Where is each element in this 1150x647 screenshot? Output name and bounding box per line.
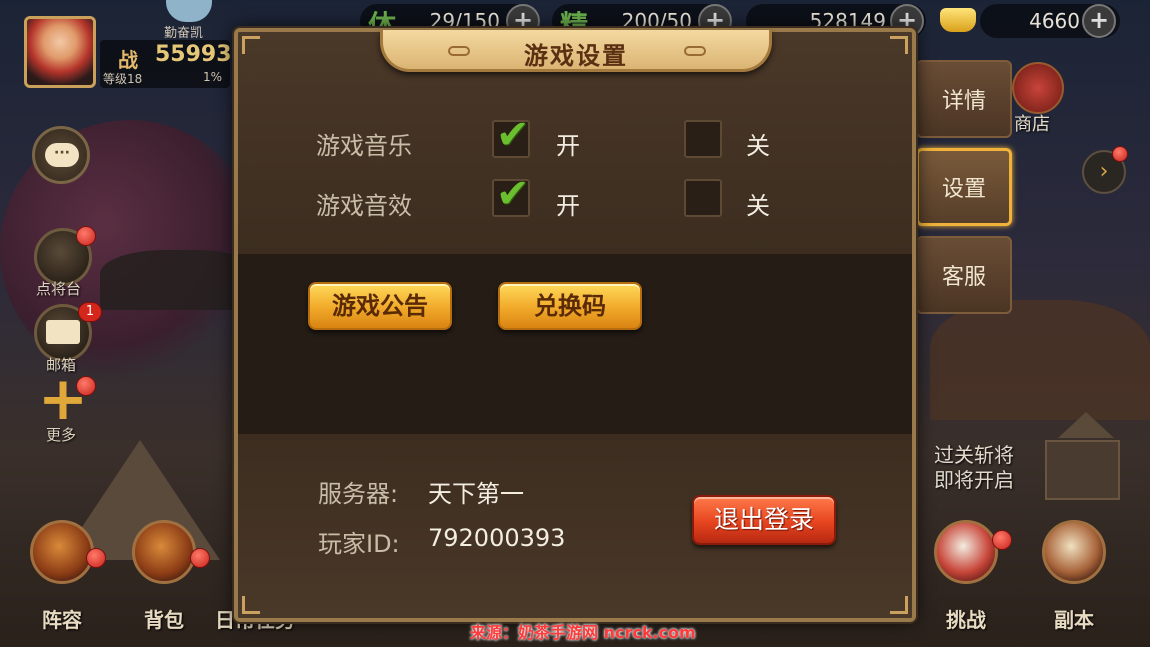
power-value: 55993	[155, 42, 232, 67]
announcement-button[interactable]: 游戏公告	[308, 282, 452, 330]
sfx-off-checkbox[interactable]	[684, 179, 722, 217]
dungeon-label: 副本	[1054, 608, 1094, 632]
music-off-checkbox[interactable]	[684, 120, 722, 158]
player-name: 勤奋凯	[164, 26, 204, 41]
server-value: 天下第一	[428, 480, 524, 508]
add-ingots-button[interactable]: +	[1082, 4, 1116, 38]
sfx-off-label: 关	[746, 192, 770, 220]
sfx-on-checkbox[interactable]: ✔	[492, 171, 530, 217]
music-label: 游戏音乐	[316, 132, 412, 160]
lineup-label: 阵容	[42, 608, 82, 632]
sfx-label: 游戏音效	[316, 192, 412, 220]
bag-button[interactable]: 背包	[124, 520, 204, 632]
music-off-label: 关	[746, 132, 770, 160]
ingot-icon	[940, 8, 976, 32]
player-level: 等级18	[103, 72, 143, 86]
castle-icon[interactable]	[1045, 440, 1120, 500]
player-id-value: 792000393	[428, 524, 566, 552]
notification-dot	[76, 226, 96, 246]
tab-details[interactable]: 详情	[916, 60, 1012, 138]
source-watermark: 来源：奶茶手游网 ncrck.com	[470, 623, 696, 642]
dungeon-icon	[1042, 520, 1106, 584]
server-label: 服务器:	[318, 480, 399, 508]
tab-settings[interactable]: 设置	[916, 148, 1012, 226]
chat-button[interactable]: ···	[32, 126, 90, 184]
chat-icon: ···	[45, 143, 79, 167]
challenge-icon	[934, 520, 998, 584]
ingots-value: 4660	[1029, 9, 1080, 33]
challenge-label: 挑战	[946, 608, 986, 632]
castle-roof-icon	[1058, 412, 1114, 438]
pass-challenge-notice: 过关斩将 即将开启	[934, 443, 1014, 493]
notification-dot	[76, 376, 96, 396]
shop-icon[interactable]	[1012, 62, 1064, 114]
notification-dot	[1112, 146, 1128, 162]
corner-ornament	[242, 596, 260, 614]
redeem-code-button[interactable]: 兑换码	[498, 282, 642, 330]
pass-challenge-status: 即将开启	[934, 468, 1014, 492]
sfx-on-label: 开	[556, 192, 580, 220]
power-label: 战	[118, 48, 138, 72]
bag-icon	[132, 520, 196, 584]
notification-dot	[86, 548, 106, 568]
check-icon: ✔	[496, 171, 530, 217]
logout-button[interactable]: 退出登录	[692, 495, 836, 545]
music-on-label: 开	[556, 132, 580, 160]
actions-section	[238, 254, 912, 434]
more-label: 更多	[46, 426, 77, 444]
dungeon-button[interactable]: 副本	[1034, 520, 1114, 632]
bag-label: 背包	[144, 608, 184, 632]
corner-ornament	[242, 36, 260, 54]
tab-customer-service[interactable]: 客服	[916, 236, 1012, 314]
music-on-checkbox[interactable]: ✔	[492, 112, 530, 158]
notification-dot	[992, 530, 1012, 550]
dialog-title: 游戏设置	[524, 41, 628, 70]
background-roof-right	[930, 300, 1150, 420]
mail-icon	[46, 320, 80, 344]
shop-label: 商店	[1014, 114, 1050, 135]
pass-challenge-title: 过关斩将	[934, 443, 1014, 467]
player-avatar[interactable]	[24, 16, 96, 88]
check-icon: ✔	[496, 112, 530, 158]
player-exp: 1%	[203, 70, 223, 84]
notification-dot	[190, 548, 210, 568]
mail-badge: 1	[78, 302, 102, 322]
corner-ornament	[890, 596, 908, 614]
general-stage-label: 点将台	[36, 280, 82, 298]
lineup-button[interactable]: 阵容	[22, 520, 102, 632]
player-id-label: 玩家ID:	[318, 530, 400, 558]
lineup-icon	[30, 520, 94, 584]
corner-ornament	[890, 36, 908, 54]
